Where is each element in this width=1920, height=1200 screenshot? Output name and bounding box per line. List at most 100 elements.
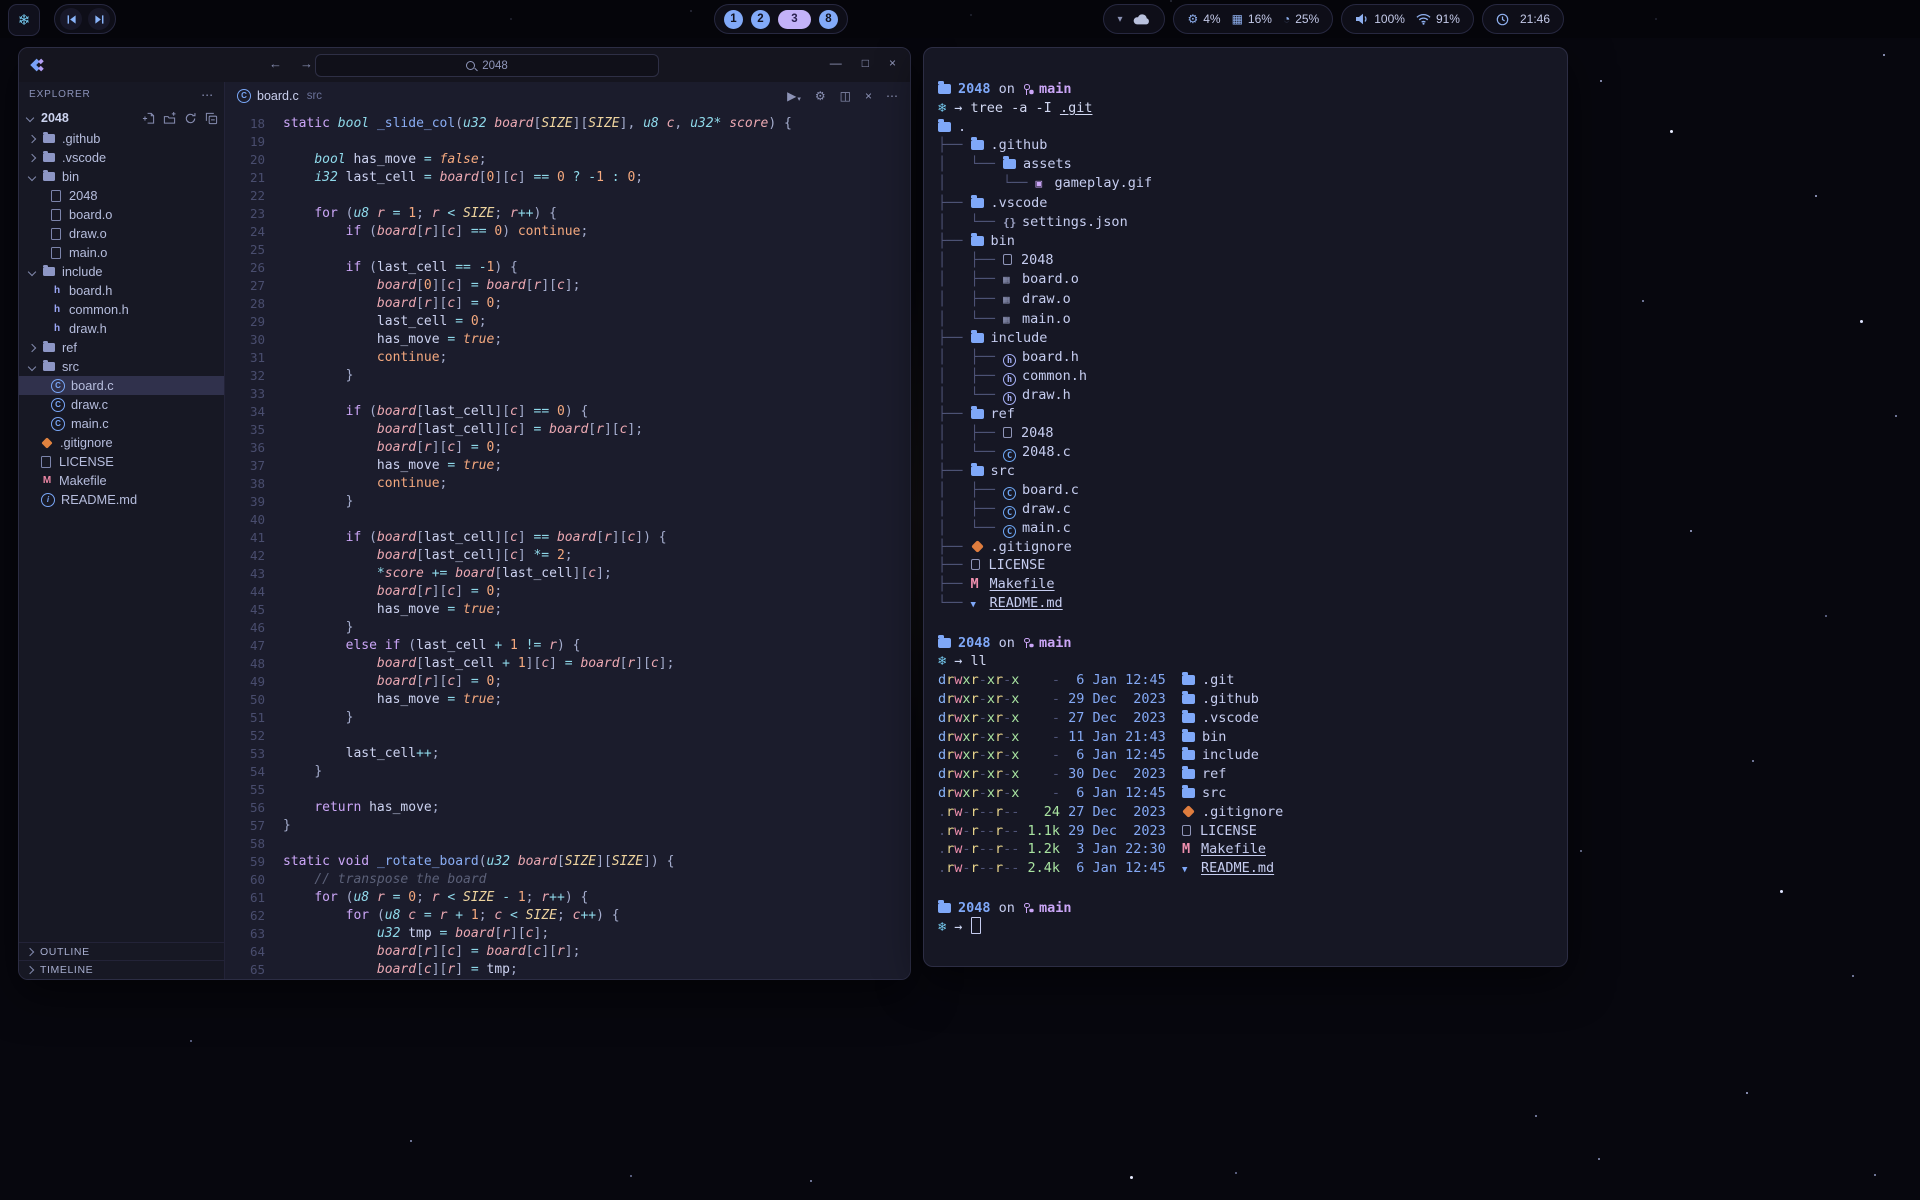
- code-token: for: [314, 206, 337, 221]
- sidebar-item-LICENSE[interactable]: LICENSE: [19, 452, 224, 471]
- code-token: ]: [432, 962, 440, 977]
- minimize-button[interactable]: —: [830, 56, 842, 70]
- text-token: .: [938, 860, 946, 876]
- sidebar-item-include[interactable]: include: [19, 262, 224, 281]
- collapse-all-button[interactable]: [205, 112, 218, 125]
- code-line: 34 if (board[last_cell][c] == 0) {: [225, 403, 910, 421]
- sidebar-item-board.o[interactable]: board.o: [19, 205, 224, 224]
- history-forward-button[interactable]: →: [300, 56, 313, 71]
- sidebar-item-main.o[interactable]: main.o: [19, 243, 224, 262]
- sidebar-item-src[interactable]: src: [19, 357, 224, 376]
- text-token: settings.json: [1022, 214, 1128, 230]
- sidebar-item-draw.o[interactable]: draw.o: [19, 224, 224, 243]
- timeline-section[interactable]: TIMELINE: [19, 960, 224, 979]
- terminal-line: ├── ref: [938, 405, 1557, 424]
- code-token: last_cell: [346, 746, 416, 761]
- sidebar-item-main.c[interactable]: Cmain.c: [19, 414, 224, 433]
- text-token: 27 Dec 2023: [1060, 804, 1166, 820]
- maximize-button[interactable]: □: [862, 56, 869, 70]
- line-number: 39: [225, 493, 265, 511]
- skip-back-button[interactable]: [60, 8, 82, 30]
- memory-icon: ▦: [1232, 12, 1243, 26]
- new-file-button[interactable]: [142, 112, 155, 125]
- workspace-button-1[interactable]: 1: [724, 10, 743, 29]
- close-button[interactable]: ×: [889, 56, 896, 70]
- sidebar-item-board.c[interactable]: Cboard.c: [19, 376, 224, 395]
- sidebar-item-bin[interactable]: bin: [19, 167, 224, 186]
- new-folder-button[interactable]: [163, 112, 176, 125]
- text-token: -: [979, 766, 987, 782]
- code-token: ;: [604, 566, 612, 581]
- sidebar-item-draw.h[interactable]: hdraw.h: [19, 319, 224, 338]
- text-token: 1.2k: [1019, 841, 1060, 857]
- launcher-button[interactable]: ❄: [8, 4, 40, 36]
- explorer-sidebar: EXPLORER ⋯ 2048 .github.vscodebin2048boa…: [19, 82, 225, 979]
- sidebar-item-Makefile[interactable]: MMakefile: [19, 471, 224, 490]
- text-token: [1166, 766, 1182, 782]
- text-token: 2048: [958, 81, 991, 97]
- text-token: .: [938, 804, 946, 820]
- wifi-strength: 91%: [1436, 12, 1460, 26]
- text-token: d: [938, 785, 946, 801]
- workspace-button-3[interactable]: 3: [778, 10, 811, 29]
- skip-forward-button[interactable]: [88, 8, 110, 30]
- code-token: [510, 224, 518, 239]
- code-editor[interactable]: 18static bool _slide_col(u32 board[SIZE]…: [225, 110, 910, 979]
- code-token: [283, 404, 346, 419]
- code-line: 26 if (last_cell == -1) {: [225, 259, 910, 277]
- code-token: board: [557, 530, 596, 545]
- sidebar-item-board.h[interactable]: hboard.h: [19, 281, 224, 300]
- text-token: -: [979, 785, 987, 801]
- history-back-button[interactable]: ←: [269, 56, 282, 71]
- line-number: 19: [225, 133, 265, 151]
- code-line: 45 has_move = true;: [225, 601, 910, 619]
- code-token: [283, 602, 377, 617]
- code-line: 20 bool has_move = false;: [225, 151, 910, 169]
- c-file-icon: C: [51, 398, 65, 412]
- terminal-line: ├── .vscode: [938, 194, 1557, 213]
- explorer-more-button[interactable]: ⋯: [201, 88, 214, 102]
- code-token: [283, 548, 377, 563]
- text-token: │ └──: [938, 156, 1003, 172]
- code-token: [385, 206, 393, 221]
- sidebar-item-common.h[interactable]: hcommon.h: [19, 300, 224, 319]
- workspace-button-8[interactable]: 8: [819, 10, 838, 29]
- code-line: 42 board[last_cell][c] *= 2;: [225, 547, 910, 565]
- sidebar-root-folder[interactable]: 2048: [19, 107, 224, 129]
- code-token: false: [440, 152, 479, 167]
- more-actions-button[interactable]: ⋯: [886, 89, 898, 103]
- code-text: if (last_cell == -1) {: [283, 259, 518, 277]
- text-token: 2.4k: [1019, 860, 1060, 876]
- workspace-button-2[interactable]: 2: [751, 10, 770, 29]
- folder-icon: [938, 903, 951, 913]
- cpu-gear-icon: ⚙: [1187, 12, 1198, 26]
- sidebar-item-.gitignore[interactable]: .gitignore: [19, 433, 224, 452]
- split-editor-button[interactable]: ◫: [840, 89, 851, 103]
- code-token: [463, 296, 471, 311]
- terminal-window[interactable]: 2048 on main❄ → tree -a -I .git.├── .git…: [923, 47, 1568, 967]
- file-label: ref: [62, 340, 77, 355]
- sidebar-item-.github[interactable]: .github: [19, 129, 224, 148]
- code-token: ): [494, 260, 502, 275]
- terminal-body[interactable]: 2048 on main❄ → tree -a -I .git.├── .git…: [924, 48, 1567, 937]
- file-icon: [51, 190, 61, 202]
- settings-gear-button[interactable]: ⚙: [815, 89, 826, 103]
- sidebar-item-README.md[interactable]: iREADME.md: [19, 490, 224, 509]
- close-editor-button[interactable]: ×: [865, 89, 872, 103]
- code-token: [283, 494, 346, 509]
- command-center-search[interactable]: 2048: [315, 54, 659, 77]
- code-token: r: [424, 944, 432, 959]
- code-token: r: [424, 224, 432, 239]
- text-token: r: [995, 710, 1003, 726]
- weather-widget[interactable]: ▾: [1103, 4, 1165, 34]
- sidebar-item-.vscode[interactable]: .vscode: [19, 148, 224, 167]
- sidebar-item-draw.c[interactable]: Cdraw.c: [19, 395, 224, 414]
- sidebar-item-2048[interactable]: 2048: [19, 186, 224, 205]
- code-token: c: [494, 908, 502, 923]
- refresh-button[interactable]: [184, 112, 197, 125]
- tab-filename[interactable]: board.c: [257, 89, 299, 103]
- run-button[interactable]: ▶▾: [787, 89, 801, 103]
- outline-section[interactable]: OUTLINE: [19, 942, 224, 961]
- audio-network-widget[interactable]: 100% 91%: [1341, 4, 1474, 34]
- sidebar-item-ref[interactable]: ref: [19, 338, 224, 357]
